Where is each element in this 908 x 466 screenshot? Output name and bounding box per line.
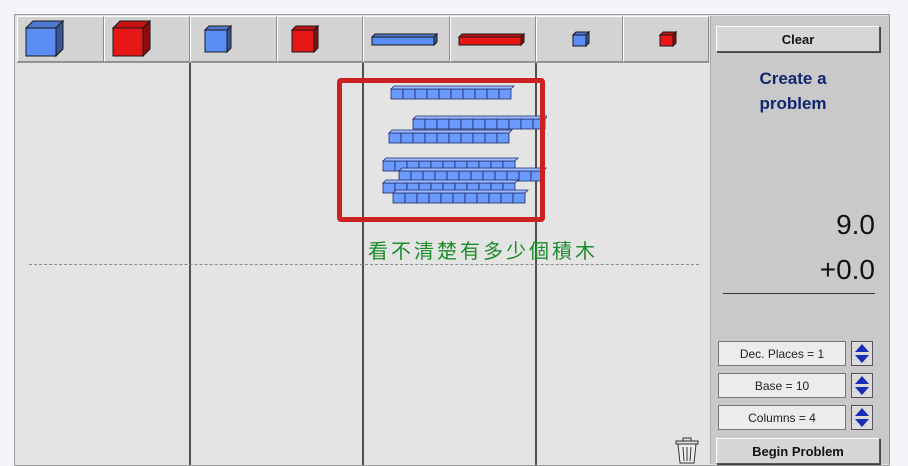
tool-red-unit-icon [658,30,677,48]
toolbar-button[interactable] [536,16,623,62]
tool-red-cube-icon [111,19,151,58]
toolbar-button[interactable] [363,16,450,62]
clear-button[interactable]: Clear [716,26,880,52]
sidebar: Clear Create a problem 9.0 +0.0 Dec. Pla… [710,16,889,464]
begin-problem-button[interactable]: Begin Problem [716,438,880,464]
tool-blue-cube-icon [25,19,65,58]
block-toolbar [17,16,709,62]
base-field[interactable]: Base = 10 [718,373,846,398]
toolbar-button[interactable] [622,16,709,62]
dashed-divider [29,264,699,265]
columns-stepper[interactable] [851,405,873,430]
arrow-down-icon[interactable] [855,355,869,363]
tool-red-long-icon [457,32,525,47]
sum-line [723,293,875,294]
toolbar-button[interactable] [190,16,277,62]
toolbar-button[interactable] [276,16,363,62]
page-title: Create a problem [711,66,875,116]
tool-blue-long-icon [371,32,439,47]
annotation-text: 看不清楚有多少個積木 [368,239,598,263]
title-line: problem [759,94,827,113]
arrow-up-icon[interactable] [855,344,869,352]
addend-top: 9.0 [836,209,875,240]
toolbar-button[interactable] [17,16,104,62]
base-stepper[interactable] [851,373,873,398]
tool-blue-flat-icon [204,24,233,54]
arrow-up-icon[interactable] [855,376,869,384]
addend-bottom: +0.0 [819,254,875,285]
tool-red-flat-icon [290,24,319,54]
toolbar-button[interactable] [103,16,190,62]
tool-blue-unit-icon [572,30,591,48]
columns-field[interactable]: Columns = 4 [718,405,846,430]
arrow-down-icon[interactable] [855,387,869,395]
arrow-up-icon[interactable] [855,408,869,416]
annotation-frame [337,78,545,222]
toolbar-button[interactable] [449,16,536,62]
arrow-down-icon[interactable] [855,419,869,427]
trash-icon[interactable] [672,435,702,465]
dec-places-stepper[interactable] [851,341,873,366]
dec-places-field[interactable]: Dec. Places = 1 [718,341,846,366]
title-line: Create a [759,69,827,88]
